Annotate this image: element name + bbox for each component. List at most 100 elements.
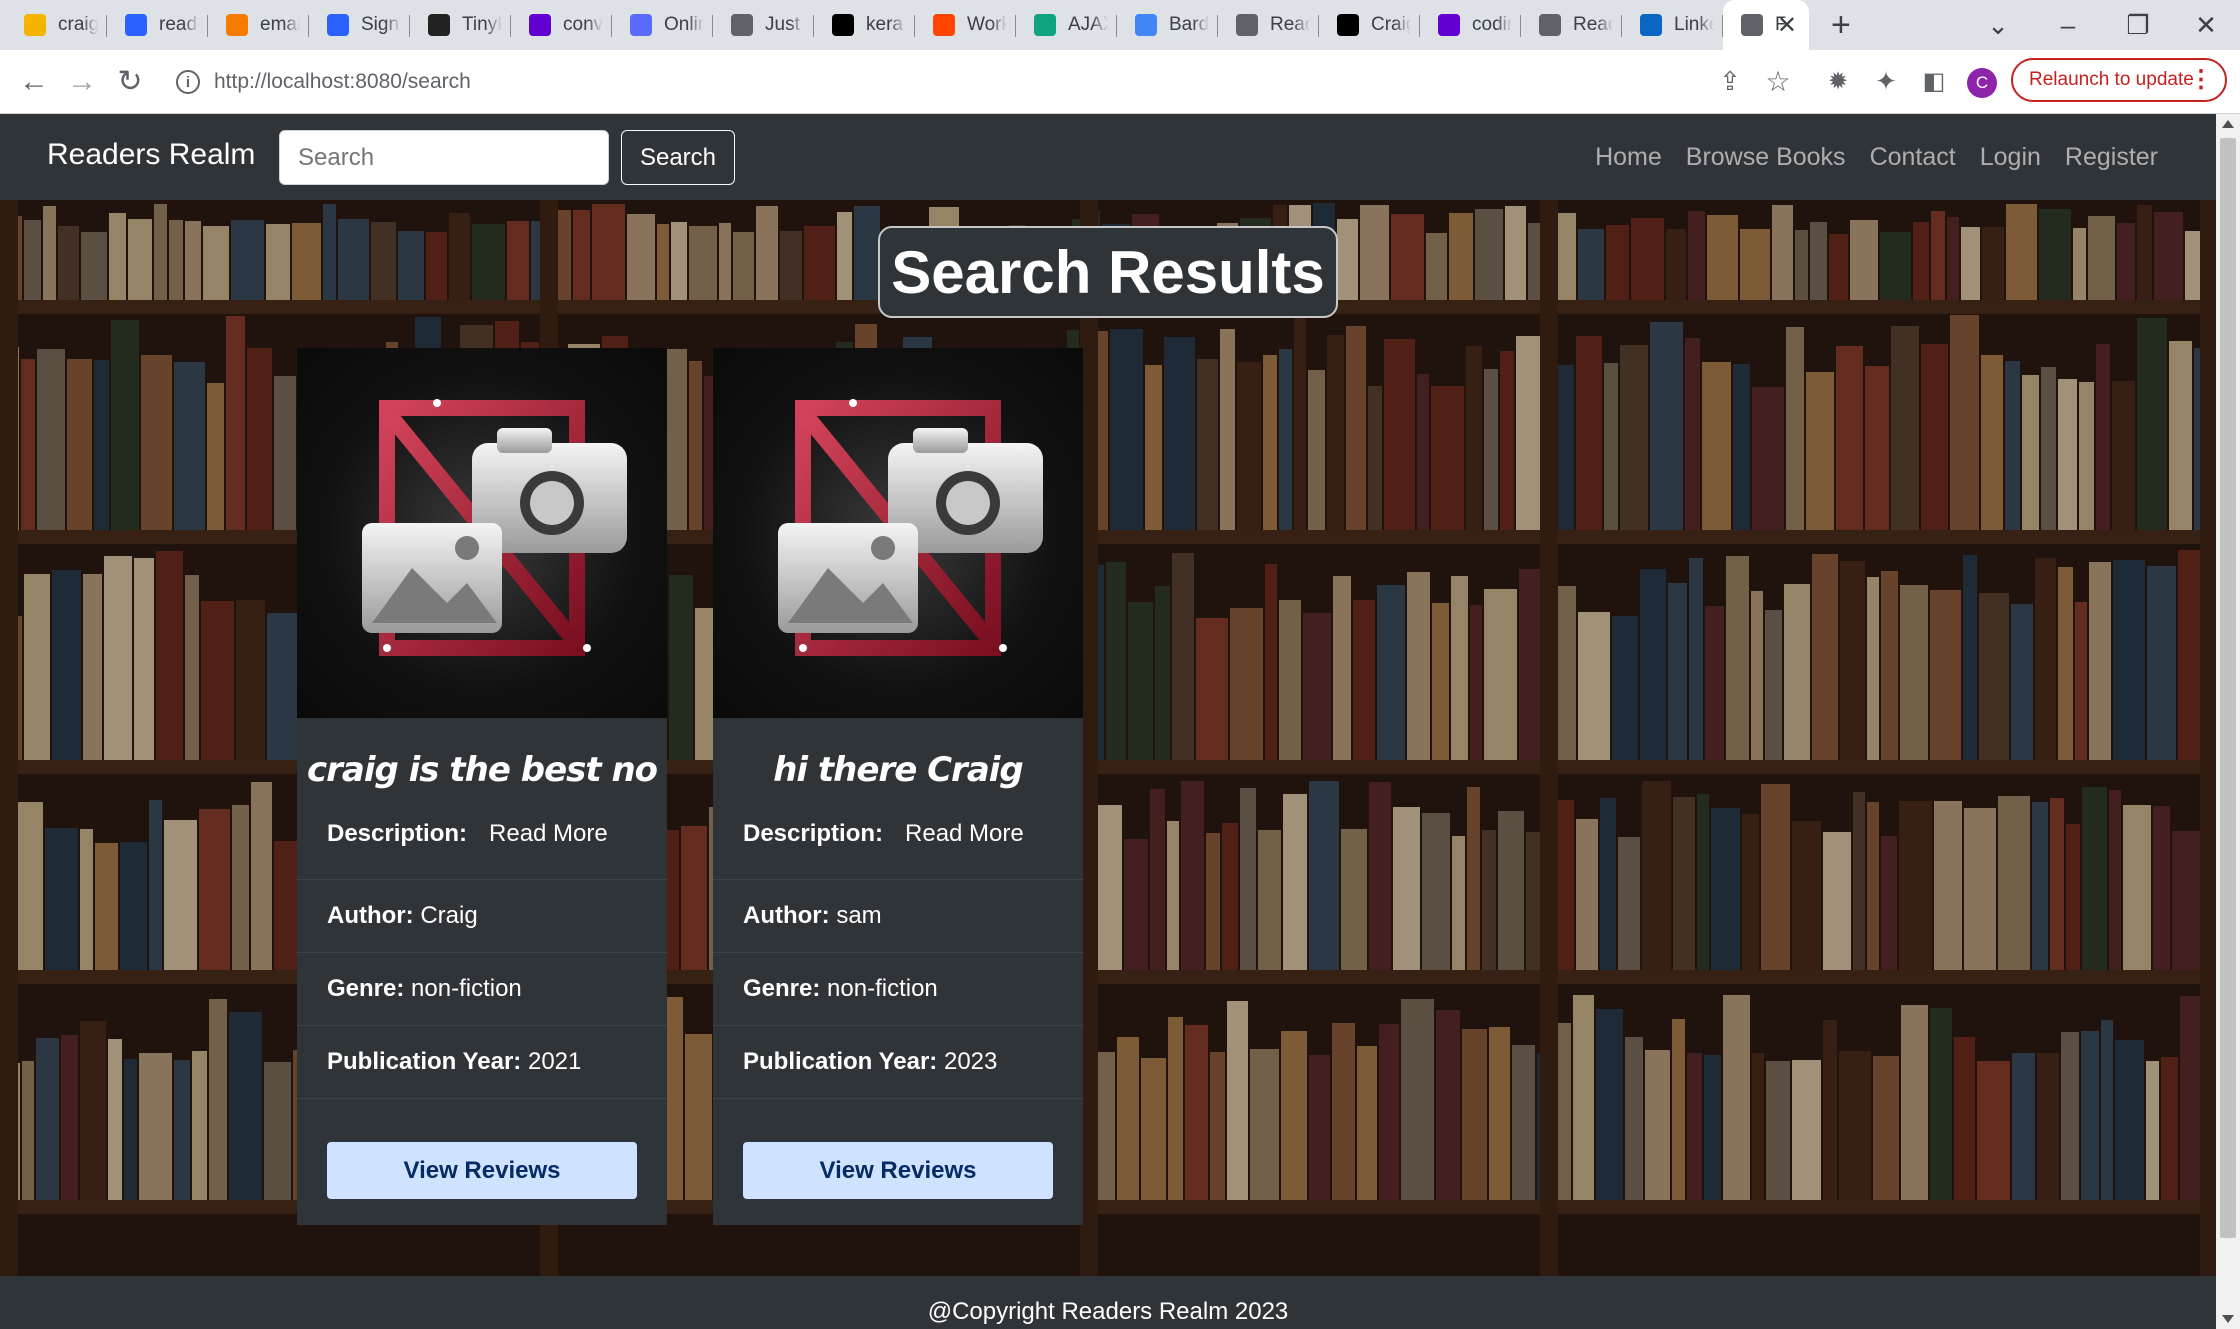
browser-tab[interactable]: kera: [814, 0, 915, 50]
minimize-icon[interactable]: –: [2036, 0, 2100, 50]
linkedin-icon: [1640, 14, 1662, 36]
scrollbar-thumb[interactable]: [2220, 138, 2236, 1238]
site-navbar: Readers Realm Search Home Browse Books C…: [0, 114, 2216, 200]
tab-title: Linke: [1674, 14, 1714, 35]
more-menu-icon[interactable]: ⋮: [2189, 66, 2213, 94]
profile-avatar[interactable]: C: [1967, 68, 1997, 98]
year-value: 2023: [943, 1047, 998, 1075]
browser-tab[interactable]: Read: [1218, 0, 1319, 50]
browser-tab[interactable]: Sign: [309, 0, 410, 50]
maximize-icon[interactable]: ❐: [2106, 0, 2170, 50]
brand-logo[interactable]: Readers Realm: [47, 138, 255, 172]
site-info-icon[interactable]: i: [176, 70, 200, 94]
year-label: Publication Year:: [327, 1047, 522, 1075]
browser-tab[interactable]: Read: [1521, 0, 1622, 50]
nav-login[interactable]: Login: [1980, 143, 2041, 172]
forward-icon[interactable]: →: [58, 58, 106, 106]
page-scrollbar[interactable]: [2216, 114, 2240, 1329]
tab-title: AJAX: [1068, 14, 1108, 35]
tab-title: Read: [1270, 14, 1310, 35]
tab-strip: craig reade email Sign TinyP conv Onlin Just a k…: [0, 0, 2240, 50]
scroll-up-icon[interactable]: [2222, 120, 2234, 128]
close-tab-icon[interactable]: ✕: [1777, 11, 1797, 40]
tab-title: Onlin: [664, 14, 704, 35]
author-value: sam: [836, 901, 882, 929]
new-tab-button[interactable]: +: [1831, 6, 1851, 45]
tab-title: Read: [1573, 14, 1613, 35]
reload-icon[interactable]: ↻: [106, 58, 154, 106]
shield-icon: [327, 14, 349, 36]
browser-toolbar: ← → ↻ i http://localhost:8080/search ⇪ ☆…: [0, 50, 2240, 114]
browser-tab[interactable]: craig: [6, 0, 107, 50]
view-reviews-button[interactable]: View Reviews: [743, 1142, 1053, 1199]
browser-tab[interactable]: F ✕: [1723, 0, 1809, 50]
author-label: Author:: [743, 901, 830, 929]
browser-tab[interactable]: reade: [107, 0, 208, 50]
view-reviews-button[interactable]: View Reviews: [327, 1142, 637, 1199]
nav-register[interactable]: Register: [2065, 143, 2158, 172]
bookmark-star-icon[interactable]: ☆: [1754, 58, 1802, 106]
browser-tab[interactable]: Bard: [1117, 0, 1218, 50]
back-icon[interactable]: ←: [10, 58, 58, 106]
read-more-link[interactable]: Read More: [905, 820, 1024, 847]
browser-tab[interactable]: Craig: [1319, 0, 1420, 50]
browser-tab[interactable]: codir: [1420, 0, 1521, 50]
share-icon[interactable]: ⇪: [1706, 58, 1754, 106]
site-footer: @Copyright Readers Realm 2023: [0, 1276, 2216, 1329]
browser-chrome: craig reade email Sign TinyP conv Onlin Just a k…: [0, 0, 2240, 114]
globe-icon: [1539, 14, 1561, 36]
nav-contact[interactable]: Contact: [1870, 143, 1956, 172]
book-cover-image: [297, 348, 667, 718]
genre-value: non-fiction: [827, 974, 938, 1002]
book-author: Author: Craig: [297, 879, 667, 951]
book-title: craig is the best no: [306, 750, 658, 790]
genre-value: non-fiction: [411, 974, 522, 1002]
book-cover-image: [713, 348, 1083, 718]
nav-browse-books[interactable]: Browse Books: [1686, 143, 1846, 172]
book-card: craig is the best no Description: Read Mo…: [297, 348, 667, 1225]
nav-home[interactable]: Home: [1595, 143, 1662, 172]
sparkle-icon: [1135, 14, 1157, 36]
genre-label: Genre:: [743, 974, 821, 1002]
browser-tab[interactable]: TinyP: [410, 0, 511, 50]
tab-title: Craig: [1371, 14, 1411, 35]
browser-tab[interactable]: Onlin: [612, 0, 713, 50]
browser-tab[interactable]: Work: [915, 0, 1016, 50]
tab-title: kera: [866, 14, 903, 35]
page-title: Search Results: [878, 226, 1338, 318]
y-icon: [1438, 14, 1460, 36]
browser-tab[interactable]: email: [208, 0, 309, 50]
divider: [713, 1098, 1083, 1099]
tab-title: reade: [159, 14, 199, 35]
browser-tab[interactable]: Just a: [713, 0, 814, 50]
tab-title: Work: [967, 14, 1007, 35]
book-card: hi there Craig Description: Read More Aut…: [713, 348, 1083, 1225]
book-title: hi there Craig: [773, 750, 1024, 790]
browser-tab[interactable]: AJAX: [1016, 0, 1117, 50]
nav-links: Home Browse Books Contact Login Register: [1595, 114, 2158, 200]
relaunch-button[interactable]: Relaunch to update ⋮: [2011, 58, 2227, 102]
extensions-puzzle-icon[interactable]: ✦: [1862, 58, 1910, 106]
tab-title: codir: [1472, 14, 1512, 35]
author-label: Author:: [327, 901, 414, 929]
description-label: Description:: [743, 820, 884, 847]
side-panel-icon[interactable]: ◧: [1910, 58, 1958, 106]
address-bar[interactable]: i http://localhost:8080/search: [160, 59, 1700, 105]
close-window-icon[interactable]: ✕: [2174, 0, 2238, 50]
read-more-link[interactable]: Read More: [489, 820, 608, 847]
openai-icon: [1034, 14, 1056, 36]
author-value: Craig: [420, 901, 478, 929]
browser-tab[interactable]: conv: [511, 0, 612, 50]
genre-label: Genre:: [327, 974, 405, 1002]
bookshelf-hero: Search Results craig is the best no Desc…: [0, 200, 2216, 1276]
search-input[interactable]: [279, 130, 609, 185]
tab-search-icon[interactable]: ⌄: [1966, 0, 2030, 50]
extension-bug-icon[interactable]: ✹: [1814, 58, 1862, 106]
search-button[interactable]: Search: [621, 130, 735, 185]
tab-title: Sign: [361, 14, 400, 35]
y-icon: [529, 14, 551, 36]
panda-icon: [428, 14, 450, 36]
scroll-down-icon[interactable]: [2222, 1315, 2234, 1323]
browser-tab[interactable]: Linke: [1622, 0, 1723, 50]
tab-title: craig: [58, 14, 98, 35]
